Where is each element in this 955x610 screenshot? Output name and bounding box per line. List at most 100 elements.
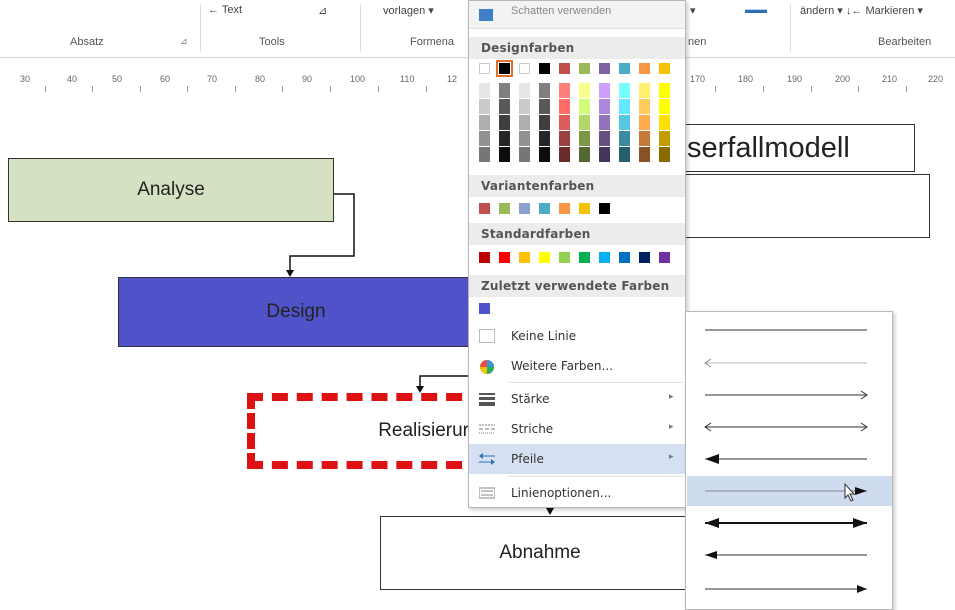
arrow-option-start-filled[interactable] (687, 444, 892, 474)
design-color-swatch[interactable] (579, 63, 590, 74)
design-color-shade[interactable] (599, 131, 610, 146)
arrow-option-none[interactable] (687, 315, 892, 345)
design-color-shade[interactable] (599, 83, 610, 98)
design-color-shade[interactable] (659, 147, 670, 162)
design-color-swatch[interactable] (619, 63, 630, 74)
arrow-option-both-filled[interactable] (687, 508, 892, 538)
menu-staerke[interactable]: Stärke ▸ (469, 384, 685, 414)
shape-abnahme[interactable]: Abnahme (380, 516, 700, 590)
variant-color-swatch[interactable] (479, 203, 490, 214)
formvorlagen-button[interactable]: vorlagen ▾ (383, 4, 434, 17)
design-color-swatch[interactable] (659, 63, 670, 74)
design-color-shade[interactable] (539, 115, 550, 130)
design-color-shade[interactable] (639, 147, 650, 162)
variant-color-swatch[interactable] (559, 203, 570, 214)
shape-realisierung[interactable]: Realisierur (247, 393, 487, 469)
arrow-option-end-filled-selected[interactable] (687, 476, 892, 506)
design-color-swatch[interactable] (479, 63, 490, 74)
arrow-option-end-filled-small[interactable] (687, 574, 892, 604)
design-color-shade[interactable] (519, 83, 530, 98)
recent-color-swatch[interactable] (479, 303, 490, 314)
design-color-shade[interactable] (639, 83, 650, 98)
design-color-shade[interactable] (619, 99, 630, 114)
variant-color-swatch[interactable] (499, 203, 510, 214)
shape-analyse[interactable]: Analyse (8, 158, 334, 222)
standard-color-swatch[interactable] (479, 252, 490, 263)
variant-color-swatch[interactable] (599, 203, 610, 214)
variant-color-swatch[interactable] (519, 203, 530, 214)
menu-striche[interactable]: Striche ▸ (469, 414, 685, 444)
ribbon-dropdown[interactable]: ▾ (690, 4, 696, 17)
standard-color-swatch[interactable] (579, 252, 590, 263)
standard-color-swatch[interactable] (659, 252, 670, 263)
design-color-shade[interactable] (579, 99, 590, 114)
design-color-shade[interactable] (539, 99, 550, 114)
design-color-shade[interactable] (659, 131, 670, 146)
design-color-swatch[interactable] (519, 63, 530, 74)
design-color-shade[interactable] (519, 99, 530, 114)
design-color-shade[interactable] (479, 99, 490, 114)
andern-button[interactable]: ändern ▾ ↓← Markieren ▾ (800, 4, 923, 17)
design-color-swatch[interactable] (539, 63, 550, 74)
ribbon-line-icon[interactable]: ▬▬ (745, 4, 767, 16)
design-color-shade[interactable] (659, 99, 670, 114)
menu-linienoptionen[interactable]: Linienoptionen... (469, 478, 685, 508)
design-color-shade[interactable] (639, 115, 650, 130)
arrow-option-both-open[interactable] (687, 412, 892, 442)
design-color-shade[interactable] (539, 131, 550, 146)
standard-color-swatch[interactable] (599, 252, 610, 263)
design-color-shade[interactable] (539, 147, 550, 162)
design-color-shade[interactable] (599, 99, 610, 114)
absatz-launcher-icon[interactable]: ⊿ (180, 36, 190, 46)
design-color-shade[interactable] (559, 83, 570, 98)
shape-design[interactable]: Design (118, 277, 474, 347)
design-color-shade[interactable] (499, 131, 510, 146)
design-color-shade[interactable] (579, 131, 590, 146)
design-color-shade[interactable] (479, 147, 490, 162)
design-color-shade[interactable] (499, 83, 510, 98)
design-color-shade[interactable] (519, 147, 530, 162)
arrow-option-start-filled-long[interactable] (687, 540, 892, 570)
standard-color-swatch[interactable] (639, 252, 650, 263)
standard-color-swatch[interactable] (499, 252, 510, 263)
design-color-shade[interactable] (479, 83, 490, 98)
design-color-shade[interactable] (499, 147, 510, 162)
variant-color-swatch[interactable] (539, 203, 550, 214)
design-color-shade[interactable] (499, 115, 510, 130)
design-color-shade[interactable] (619, 115, 630, 130)
design-color-shade[interactable] (519, 115, 530, 130)
design-color-shade[interactable] (659, 83, 670, 98)
menu-pfeile[interactable]: Pfeile ▸ (469, 444, 685, 474)
menu-weitere-farben[interactable]: Weitere Farben... (469, 351, 685, 381)
design-color-shade[interactable] (579, 147, 590, 162)
design-color-shade[interactable] (559, 99, 570, 114)
design-color-shade[interactable] (639, 99, 650, 114)
menu-keine-linie[interactable]: Keine Linie (469, 321, 685, 351)
design-color-shade[interactable] (639, 131, 650, 146)
menu-top-item[interactable]: Schatten verwenden (469, 1, 685, 29)
design-color-shade[interactable] (599, 147, 610, 162)
design-color-shade[interactable] (579, 83, 590, 98)
arrow-option-end-open[interactable] (687, 380, 892, 410)
design-color-shade[interactable] (559, 147, 570, 162)
standard-color-swatch[interactable] (559, 252, 570, 263)
launcher-icon[interactable]: ⊿ (318, 4, 327, 17)
diagram-title[interactable]: serfallmodell (680, 124, 915, 172)
design-color-swatch[interactable] (559, 63, 570, 74)
design-color-shade[interactable] (539, 83, 550, 98)
design-color-shade[interactable] (619, 83, 630, 98)
design-color-swatch[interactable] (639, 63, 650, 74)
design-color-shade[interactable] (479, 131, 490, 146)
standard-color-swatch[interactable] (619, 252, 630, 263)
design-color-shade[interactable] (499, 99, 510, 114)
arrow-option-start-open[interactable] (687, 348, 892, 378)
design-color-shade[interactable] (579, 115, 590, 130)
ribbon-text-tool[interactable]: ← Text (208, 4, 242, 16)
design-color-shade[interactable] (519, 131, 530, 146)
design-color-swatch[interactable] (599, 63, 610, 74)
design-color-shade[interactable] (559, 115, 570, 130)
design-color-swatch[interactable] (496, 60, 513, 77)
design-color-shade[interactable] (619, 147, 630, 162)
design-color-shade[interactable] (619, 131, 630, 146)
shape-box[interactable] (684, 174, 930, 238)
